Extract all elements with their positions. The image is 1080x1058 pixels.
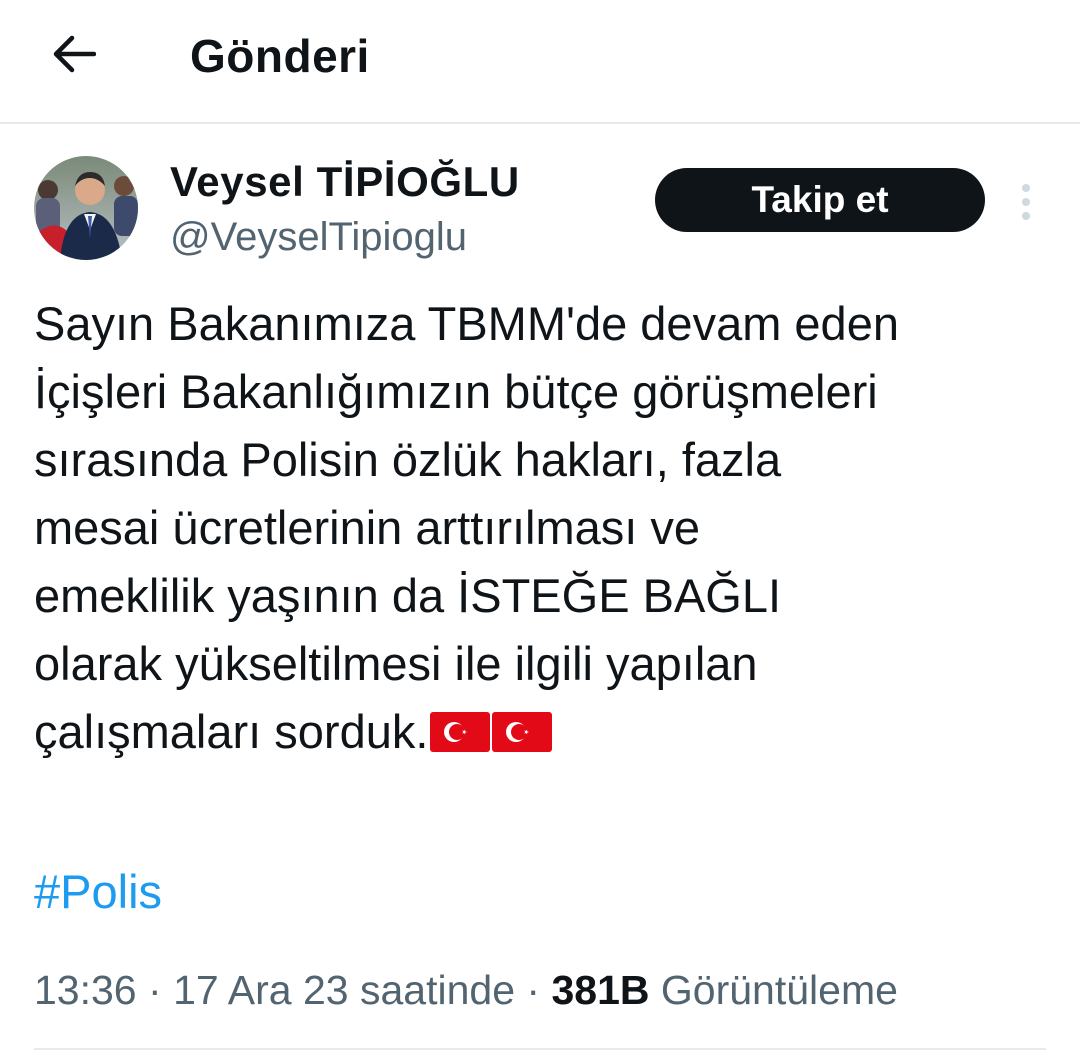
views-count[interactable]: 381B bbox=[551, 967, 649, 1013]
divider bbox=[34, 1048, 1046, 1050]
hashtag-link[interactable]: #Polis bbox=[34, 862, 162, 922]
tweet-text-line-last: çalışmaları sorduk. bbox=[34, 698, 1064, 766]
page-title: Gönderi bbox=[190, 30, 370, 82]
tweet-meta: 13:36 · 17 Ara 23 saatinde · 381B Görünt… bbox=[34, 962, 898, 1018]
tweet-time[interactable]: 13:36 bbox=[34, 967, 137, 1013]
turkey-flag-icon bbox=[492, 712, 553, 752]
tweet-text: Sayın Bakanımıza TBMM'de devam eden İçiş… bbox=[34, 290, 1064, 766]
tweet-text-segment: çalışmaları sorduk. bbox=[34, 705, 429, 758]
arrow-left-icon bbox=[53, 35, 96, 73]
back-button[interactable] bbox=[50, 30, 98, 78]
tweet-text-line: olarak yükseltilmesi ile ilgili yapılan bbox=[34, 637, 758, 690]
more-options-button[interactable] bbox=[1010, 178, 1042, 226]
meta-separator: · bbox=[148, 967, 162, 1013]
meta-separator: · bbox=[526, 967, 541, 1013]
tweet-date[interactable]: 17 Ara 23 saatinde bbox=[173, 967, 515, 1013]
author-handle[interactable]: @VeyselTipioglu bbox=[170, 214, 467, 260]
avatar-image bbox=[34, 156, 138, 260]
turkey-flag-icon bbox=[430, 712, 491, 752]
tweet-text-line: emeklilik yaşının da İSTEĞE BAĞLI bbox=[34, 569, 782, 622]
top-bar: Gönderi bbox=[0, 0, 1080, 124]
follow-button[interactable]: Takip et bbox=[655, 168, 985, 232]
vertical-dots-icon bbox=[1022, 184, 1030, 220]
tweet-detail-page: Gönderi Veysel TİPİOĞLU @VeyselTipioglu … bbox=[0, 0, 1080, 1058]
tweet-text-line: İçişleri Bakanlığımızın bütçe görüşmeler… bbox=[34, 365, 878, 418]
tweet-text-line: sırasında Polisin özlük hakları, fazla bbox=[34, 433, 782, 486]
author-display-name[interactable]: Veysel TİPİOĞLU bbox=[170, 158, 520, 206]
tweet-text-line: Sayın Bakanımıza TBMM'de devam eden bbox=[34, 297, 899, 350]
avatar[interactable] bbox=[34, 156, 138, 260]
views-label: Görüntüleme bbox=[660, 967, 898, 1013]
tweet-text-line: mesai ücretlerinin arttırılması ve bbox=[34, 501, 701, 554]
